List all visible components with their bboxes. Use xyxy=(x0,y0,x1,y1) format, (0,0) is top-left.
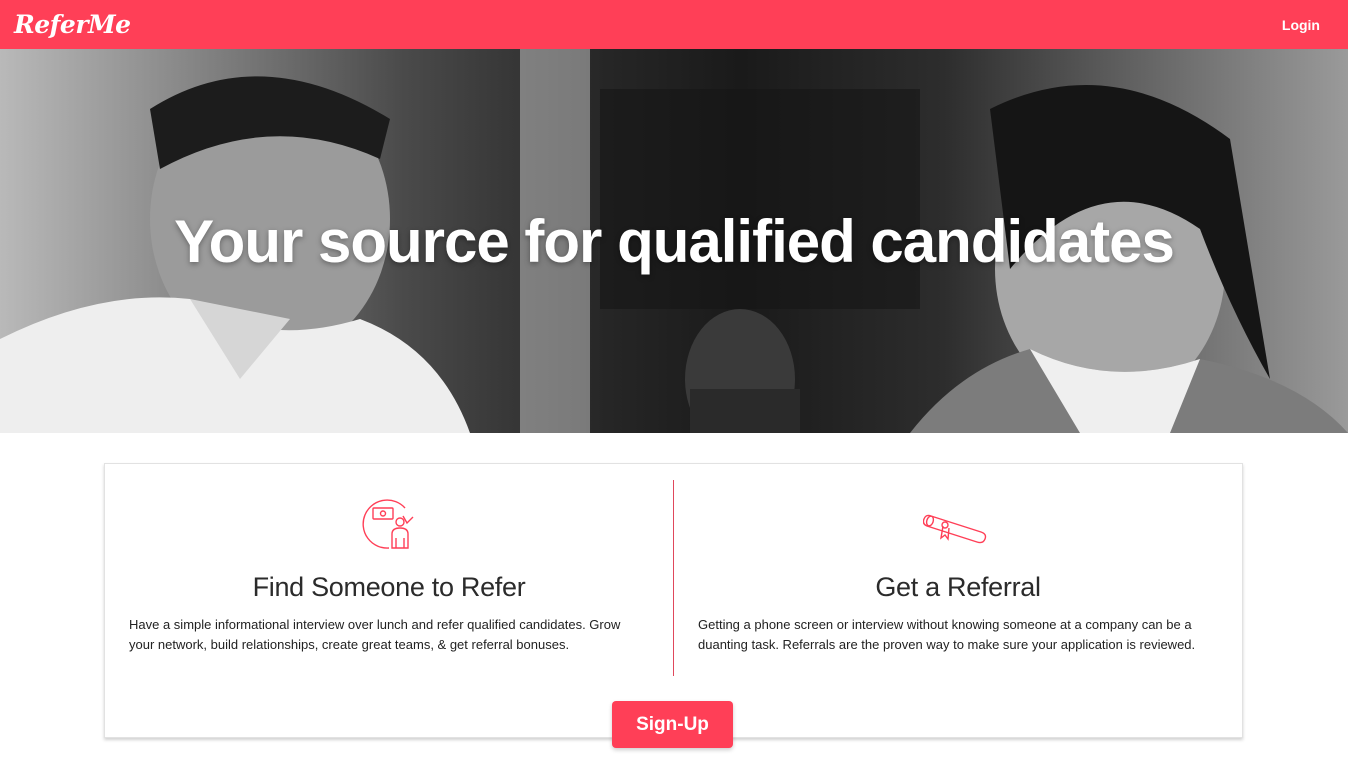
login-link[interactable]: Login xyxy=(1282,17,1320,33)
feature-find-someone: Find Someone to Refer Have a simple info… xyxy=(129,494,649,655)
feature-description: Have a simple informational interview ov… xyxy=(129,617,621,652)
refer-person-icon xyxy=(362,499,414,549)
column-divider xyxy=(673,480,674,676)
signup-button[interactable]: Sign-Up xyxy=(612,701,733,748)
features-card: Find Someone to Refer Have a simple info… xyxy=(104,463,1243,738)
brand-logo[interactable]: ReferMe xyxy=(14,10,131,39)
diploma-scroll-icon xyxy=(923,514,987,544)
feature-title: Find Someone to Refer xyxy=(252,572,526,602)
feature-title: Get a Referral xyxy=(875,572,1041,602)
feature-description: Getting a phone screen or interview with… xyxy=(698,617,1196,652)
hero-banner: Your source for qualified candidates xyxy=(0,49,1348,433)
navbar: ReferMe Login xyxy=(0,0,1348,49)
feature-get-referral: Get a Referral Getting a phone screen or… xyxy=(698,494,1218,655)
hero-title: Your source for qualified candidates xyxy=(174,207,1175,275)
